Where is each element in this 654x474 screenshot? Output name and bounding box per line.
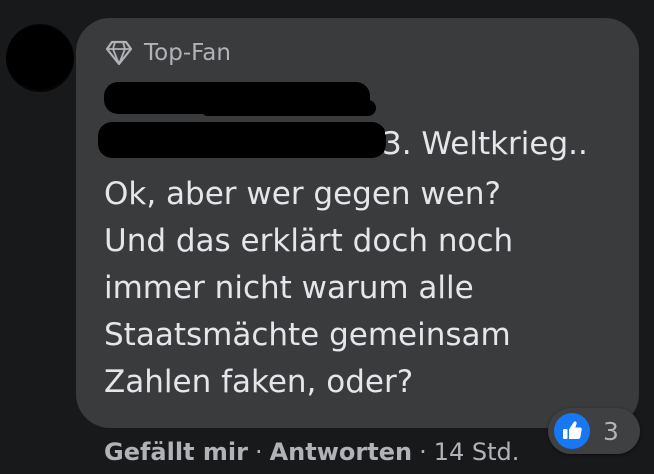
reply-link[interactable]: Antworten — [270, 438, 412, 466]
comment-text-line-1: 3. Weltkrieg.. — [382, 126, 588, 162]
top-fan-badge[interactable]: Top-Fan — [104, 36, 231, 70]
reactions-summary[interactable]: 3 — [548, 408, 640, 454]
redacted-text — [98, 122, 386, 158]
separator: · — [419, 438, 427, 466]
like-link[interactable]: Gefällt mir — [104, 438, 248, 466]
diamond-icon — [105, 40, 133, 66]
badge-label: Top-Fan — [144, 40, 231, 66]
comment-text-line-3: Und das erklärt doch noch — [104, 223, 514, 259]
comment-text-line-4: immer nicht warum alle — [104, 270, 474, 306]
comment-text-line-5: Staatsmächte gemeinsam — [104, 317, 511, 353]
reaction-count: 3 — [603, 416, 619, 446]
avatar[interactable] — [2, 20, 78, 96]
separator: · — [254, 438, 263, 466]
comment-actions: Gefällt mir · Antworten · 14 Std. — [104, 432, 519, 472]
redacted-text-fragment — [200, 100, 376, 116]
timestamp[interactable]: 14 Std. — [434, 438, 520, 466]
comment-text-line-2: Ok, aber wer gegen wen? — [104, 176, 501, 212]
like-icon — [554, 413, 590, 449]
comment-text-line-6: Zahlen faken, oder? — [104, 364, 414, 400]
